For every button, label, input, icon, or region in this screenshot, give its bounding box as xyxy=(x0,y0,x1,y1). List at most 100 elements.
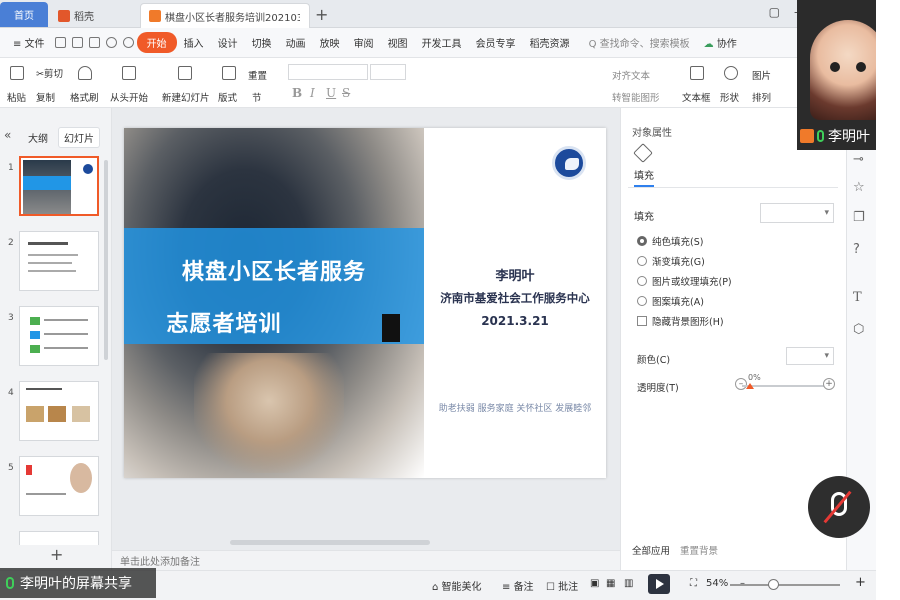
option-picture-fill[interactable]: 图片或纹理填充(P) xyxy=(637,274,732,288)
text-icon[interactable]: T xyxy=(853,290,862,305)
italic-button[interactable]: I xyxy=(310,86,315,100)
copy-button[interactable]: 复制 xyxy=(36,90,55,104)
textbox-icon[interactable] xyxy=(690,66,704,80)
command-search[interactable]: Q 查找命令、搜索模板 xyxy=(589,35,690,50)
slide-thumbnail-3[interactable] xyxy=(19,306,99,366)
transparency-increase-button[interactable]: + xyxy=(823,378,835,390)
menu-docer-resources[interactable]: 稻壳资源 xyxy=(523,35,577,50)
new-tab-button[interactable]: + xyxy=(315,5,328,24)
font-size-select[interactable] xyxy=(370,64,406,80)
canvas-scrollbar[interactable] xyxy=(230,540,430,545)
zoom-level[interactable]: 54% xyxy=(706,578,728,589)
new-slide-button[interactable]: 新建幻灯片 xyxy=(162,90,210,104)
underline-button[interactable]: U xyxy=(326,86,336,100)
reading-view-icon[interactable]: ▥ xyxy=(624,578,633,589)
from-start-button[interactable]: 从头开始 xyxy=(110,90,148,104)
format-painter-button[interactable]: 格式刷 xyxy=(70,90,99,104)
normal-view-icon[interactable]: ▣ xyxy=(590,578,599,589)
zoom-slider[interactable] xyxy=(730,584,840,586)
fill-tab[interactable]: 填充 xyxy=(634,167,654,187)
arrange-button[interactable]: 排列 xyxy=(752,90,771,104)
cut-button[interactable]: ✂剪切 xyxy=(36,66,63,80)
print-icon[interactable] xyxy=(71,37,83,48)
collab-button[interactable]: ☁ 协作 xyxy=(704,35,737,50)
reset-button[interactable]: 重置 xyxy=(248,68,267,82)
layout-button[interactable]: 版式 xyxy=(218,90,237,104)
tab-home[interactable]: 首页 xyxy=(0,2,48,27)
shape-style-icon[interactable]: ⬡ xyxy=(853,322,864,337)
comments-button[interactable]: ☐ 批注 xyxy=(546,578,578,593)
save-icon[interactable] xyxy=(54,37,66,48)
slide-thumbnail-1[interactable] xyxy=(19,156,99,216)
outline-tab[interactable]: 大纲 xyxy=(28,130,48,145)
new-slide-icon[interactable] xyxy=(178,66,192,80)
align-text-button[interactable]: 对齐文本 xyxy=(612,68,650,82)
option-solid-fill[interactable]: 纯色填充(S) xyxy=(637,234,703,248)
color-picker[interactable]: ▾ xyxy=(786,347,834,365)
collapse-panel-icon[interactable]: « xyxy=(4,128,11,142)
pin-icon[interactable]: ☆ xyxy=(853,180,865,195)
file-menu[interactable]: ≡ 文件 xyxy=(6,35,52,50)
redo-icon[interactable] xyxy=(122,37,134,48)
sorter-view-icon[interactable]: ▦ xyxy=(606,578,615,589)
menu-animation[interactable]: 动画 xyxy=(279,35,313,50)
slide-thumbnail-4[interactable] xyxy=(19,381,99,441)
menu-developer[interactable]: 开发工具 xyxy=(415,35,469,50)
picture-button[interactable]: 图片 xyxy=(752,68,771,82)
smart-beautify-button[interactable]: ⌂ 智能美化 xyxy=(432,578,482,593)
menu-home[interactable]: 开始 xyxy=(136,32,177,53)
layout-icon[interactable] xyxy=(222,66,236,80)
fit-window-icon[interactable]: ⛶ xyxy=(690,578,697,589)
host-icon xyxy=(800,129,814,143)
thumbnail-scrollbar[interactable] xyxy=(104,160,108,360)
format-painter-icon[interactable] xyxy=(78,66,92,80)
menu-member[interactable]: 会员专享 xyxy=(469,35,523,50)
shape-button[interactable]: 形状 xyxy=(720,90,739,104)
slide-thumbnail-2[interactable] xyxy=(19,231,99,291)
textbox-button[interactable]: 文本框 xyxy=(682,90,711,104)
copy-style-icon[interactable]: ❐ xyxy=(853,210,865,225)
option-gradient-fill[interactable]: 渐变填充(G) xyxy=(637,254,705,268)
zoom-in-button[interactable]: + xyxy=(855,575,866,590)
zoom-slider-handle[interactable] xyxy=(768,579,779,590)
apply-all-button[interactable]: 全部应用 xyxy=(632,543,670,557)
notes-area[interactable]: 单击此处添加备注 xyxy=(112,550,620,570)
menu-transition[interactable]: 切换 xyxy=(245,35,279,50)
bold-button[interactable]: B xyxy=(292,86,302,100)
menu-view[interactable]: 视图 xyxy=(381,35,415,50)
transparency-slider[interactable] xyxy=(742,385,824,387)
section-button[interactable]: 节 xyxy=(252,90,262,104)
reset-background-button[interactable]: 重置背景 xyxy=(680,543,718,557)
slide-thumbnail-6[interactable] xyxy=(19,531,99,545)
slider-handle[interactable] xyxy=(746,383,754,389)
shape-icon[interactable] xyxy=(724,66,738,80)
preview-icon[interactable] xyxy=(88,37,100,48)
slide-number: 2 xyxy=(8,238,14,248)
play-from-start-icon[interactable] xyxy=(122,66,136,80)
menu-design[interactable]: 设计 xyxy=(211,35,245,50)
play-slideshow-button[interactable] xyxy=(648,574,670,594)
fill-section-label[interactable]: 填充 xyxy=(634,208,654,223)
menu-slideshow[interactable]: 放映 xyxy=(313,35,347,50)
undo-icon[interactable] xyxy=(105,37,117,48)
menu-review[interactable]: 审阅 xyxy=(347,35,381,50)
menu-insert[interactable]: 插入 xyxy=(177,35,211,50)
tab-document[interactable]: 棋盘小区长者服务培训20210317 xyxy=(140,3,310,28)
font-name-select[interactable] xyxy=(288,64,368,80)
smartart-button[interactable]: 转智能图形 xyxy=(612,90,660,104)
fill-type-select[interactable]: ▾ xyxy=(760,203,834,223)
layout-icon[interactable]: ▢ xyxy=(769,5,780,19)
help-icon[interactable]: ? xyxy=(853,242,860,257)
add-slide-button[interactable]: + xyxy=(50,545,63,564)
select-pane-icon[interactable]: ⊸ xyxy=(853,152,864,167)
paste-icon[interactable] xyxy=(10,66,24,80)
slide-thumbnail-5[interactable] xyxy=(19,456,99,516)
strikethrough-button[interactable]: S xyxy=(342,86,350,100)
hide-background-checkbox[interactable]: 隐藏背景图形(H) xyxy=(637,314,724,328)
current-slide[interactable]: 棋盘小区长者服务 志愿者培训 李明叶 济南市基爱社会工作服务中心 2021.3.… xyxy=(124,128,606,478)
option-pattern-fill[interactable]: 图案填充(A) xyxy=(637,294,704,308)
tab-docer[interactable]: 稻壳 xyxy=(50,3,130,28)
paste-button[interactable]: 粘贴 xyxy=(7,90,26,104)
slides-tab[interactable]: 幻灯片 xyxy=(58,127,100,148)
notes-toggle-button[interactable]: ≡ 备注 xyxy=(502,578,534,593)
